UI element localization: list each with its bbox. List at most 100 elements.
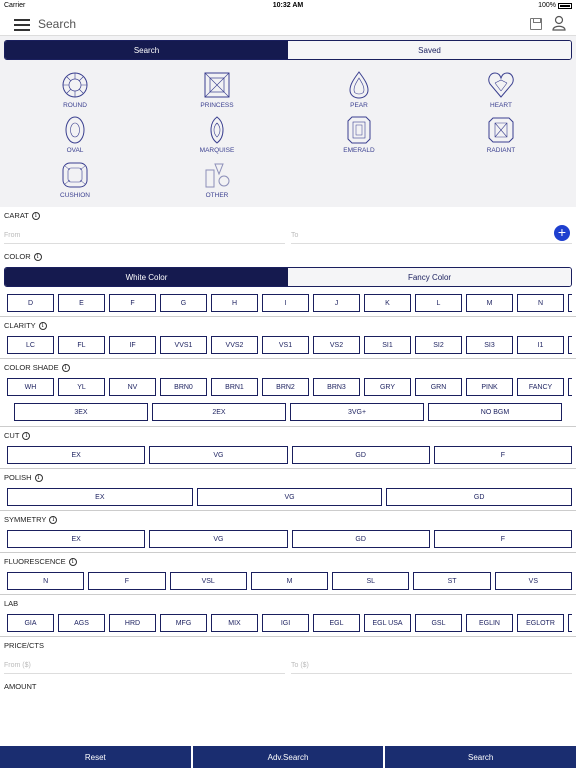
info-icon[interactable]: i	[38, 321, 47, 330]
color-chip-g[interactable]: G	[160, 294, 207, 312]
clarity-chip[interactable]: I1	[517, 336, 564, 354]
color-chip-l[interactable]: L	[415, 294, 462, 312]
price-from-input[interactable]: From ($)	[4, 658, 285, 674]
shape-round[interactable]: ROUND	[4, 70, 146, 109]
reset-button[interactable]: Reset	[0, 746, 191, 768]
lab-chip-overflow[interactable]	[568, 614, 572, 632]
shade-chip[interactable]: YL	[58, 378, 105, 396]
lab-chip[interactable]: EGLIN	[466, 614, 513, 632]
clarity-chip[interactable]: SI2	[415, 336, 462, 354]
shade-chip[interactable]: BRN2	[262, 378, 309, 396]
info-icon[interactable]: i	[68, 557, 77, 566]
shade-chip[interactable]: FANCY	[517, 378, 564, 396]
lab-chip[interactable]: EGL USA	[364, 614, 411, 632]
clarity-chip[interactable]: VS1	[262, 336, 309, 354]
lab-chip[interactable]: MFG	[160, 614, 207, 632]
add-carat-range-button[interactable]: +	[554, 225, 570, 241]
shape-radiant[interactable]: RADIANT	[430, 115, 572, 154]
carat-from-input[interactable]: From	[4, 228, 285, 244]
shade-chip[interactable]: GRN	[415, 378, 462, 396]
fluorescence-chip[interactable]: F	[88, 572, 166, 590]
clarity-chip[interactable]: SI3	[466, 336, 513, 354]
shape-cushion[interactable]: CUSHION	[4, 160, 146, 199]
quick-filter-chip[interactable]: 3VG+	[290, 403, 424, 421]
search-button[interactable]: Search	[385, 746, 576, 768]
shade-chip[interactable]: BRN3	[313, 378, 360, 396]
advanced-search-button[interactable]: Adv.Search	[192, 746, 384, 768]
symmetry-chip[interactable]: EX	[7, 530, 146, 548]
polish-chip[interactable]: VG	[196, 488, 383, 506]
shape-other[interactable]: OTHER	[146, 160, 288, 199]
fluorescence-chip[interactable]: M	[250, 572, 329, 590]
fluorescence-chip[interactable]: ST	[413, 572, 491, 590]
quick-filter-chip[interactable]: NO BGM	[428, 403, 562, 421]
shape-pear[interactable]: PEAR	[288, 70, 430, 109]
color-chip-overflow[interactable]	[568, 294, 572, 312]
lab-chip[interactable]: GIA	[7, 614, 54, 632]
quick-filter-chip[interactable]: 3EX	[14, 403, 148, 421]
cut-chip[interactable]: EX	[7, 446, 146, 464]
fluorescence-chip[interactable]: VS	[494, 572, 572, 590]
lab-chip[interactable]: IGI	[262, 614, 309, 632]
clarity-chip[interactable]: VVS1	[160, 336, 207, 354]
tab-search[interactable]: Search	[5, 41, 288, 59]
clarity-chip[interactable]: VVS2	[211, 336, 258, 354]
color-chip-i[interactable]: I	[262, 294, 309, 312]
lab-chip[interactable]: EGLOTR	[517, 614, 564, 632]
shape-oval[interactable]: OVAL	[4, 115, 146, 154]
info-icon[interactable]: i	[34, 473, 43, 482]
cut-chip[interactable]: F	[433, 446, 572, 464]
symmetry-chip[interactable]: VG	[149, 530, 288, 548]
lab-chip[interactable]: MIX	[211, 614, 258, 632]
shape-marquise[interactable]: MARQUISE	[146, 115, 288, 154]
quick-filter-chip[interactable]: 2EX	[152, 403, 286, 421]
lab-chip[interactable]: HRD	[109, 614, 156, 632]
price-to-input[interactable]: To ($)	[291, 658, 572, 674]
shade-chip[interactable]: GRY	[364, 378, 411, 396]
clarity-chip[interactable]: IF	[109, 336, 156, 354]
clarity-chip[interactable]: FL	[58, 336, 105, 354]
info-icon[interactable]: i	[33, 252, 42, 261]
shade-chip[interactable]: WH	[7, 378, 54, 396]
fluorescence-chip[interactable]: SL	[332, 572, 410, 590]
save-icon[interactable]	[530, 18, 542, 30]
info-icon[interactable]: i	[49, 515, 58, 524]
shape-emerald[interactable]: EMERALD	[288, 115, 430, 154]
shade-chip[interactable]: NV	[109, 378, 156, 396]
shade-chip[interactable]: BRN1	[211, 378, 258, 396]
tab-white-color[interactable]: White Color	[5, 268, 288, 286]
lab-chip[interactable]: AGS	[58, 614, 105, 632]
shade-chip[interactable]: T	[568, 378, 572, 396]
polish-chip[interactable]: GD	[386, 488, 572, 506]
carat-to-input[interactable]: To	[291, 228, 572, 244]
shape-heart[interactable]: HEART	[430, 70, 572, 109]
shade-chip[interactable]: BRN0	[160, 378, 207, 396]
color-chip-k[interactable]: K	[364, 294, 411, 312]
info-icon[interactable]: i	[22, 431, 31, 440]
color-chip-h[interactable]: H	[211, 294, 258, 312]
clarity-chip[interactable]: VS2	[313, 336, 360, 354]
info-icon[interactable]: i	[61, 363, 70, 372]
clarity-chip[interactable]: LC	[7, 336, 54, 354]
color-chip-d[interactable]: D	[7, 294, 54, 312]
color-chip-j[interactable]: J	[313, 294, 360, 312]
tab-fancy-color[interactable]: Fancy Color	[288, 268, 571, 286]
info-icon[interactable]: i	[31, 211, 40, 220]
fluorescence-chip[interactable]: VSL	[169, 572, 247, 590]
cut-chip[interactable]: VG	[149, 446, 288, 464]
lab-chip[interactable]: GSL	[415, 614, 462, 632]
tab-saved[interactable]: Saved	[288, 41, 571, 59]
cut-chip[interactable]: GD	[291, 446, 430, 464]
shape-princess[interactable]: PRINCESS	[146, 70, 288, 109]
symmetry-chip[interactable]: F	[433, 530, 572, 548]
color-chip-m[interactable]: M	[466, 294, 513, 312]
shade-chip[interactable]: PINK	[466, 378, 513, 396]
color-chip-e[interactable]: E	[58, 294, 105, 312]
lab-chip[interactable]: EGL	[313, 614, 360, 632]
color-chip-f[interactable]: F	[109, 294, 156, 312]
user-profile-icon[interactable]	[552, 15, 566, 31]
fluorescence-chip[interactable]: N	[7, 572, 85, 590]
color-chip-n[interactable]: N	[517, 294, 564, 312]
symmetry-chip[interactable]: GD	[291, 530, 430, 548]
polish-chip[interactable]: EX	[7, 488, 193, 506]
